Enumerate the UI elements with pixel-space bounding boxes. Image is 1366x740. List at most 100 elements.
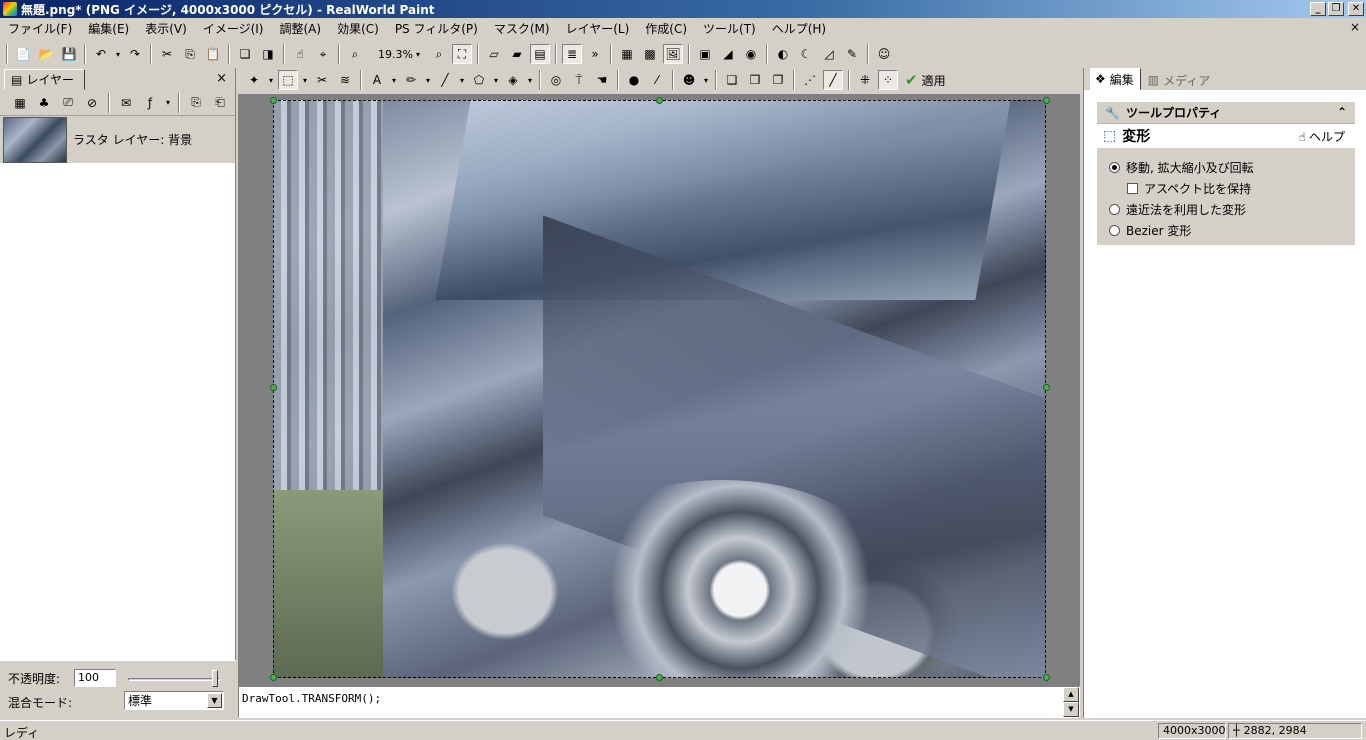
layer-stack-icon[interactable]: ❏ [235,44,255,64]
image-icon[interactable]: 🖼 [663,44,683,64]
collapse-icon[interactable]: ⌃ [1337,105,1347,119]
menu-ps-filter[interactable]: PS フィルタ(P) [387,20,486,37]
brush-icon[interactable]: ✎ [842,44,862,64]
moon-icon[interactable]: ☾ [796,44,816,64]
close-button[interactable]: ✕ [1348,2,1364,16]
menu-edit[interactable]: 編集(E) [80,20,137,37]
layer-mail-icon[interactable]: ✉ [116,93,136,113]
line-dropdown-icon[interactable]: ▾ [458,76,466,85]
warp-icon[interactable]: ≋ [335,70,355,90]
option-move-scale-rotate[interactable]: 移動, 拡大縮小及び回転 [1109,159,1254,176]
restore-button[interactable]: ❐ [1328,2,1344,16]
clone-stamp-icon[interactable]: ⍑ [569,70,589,90]
transform-dropdown-icon[interactable]: ▾ [301,76,309,85]
transform-handles-icon[interactable]: ⁜ [855,70,875,90]
opacity-slider-track[interactable] [128,678,220,681]
grid-alt-icon[interactable]: ▩ [640,44,660,64]
eyedropper-icon[interactable]: ⁄ [647,70,667,90]
transform-handle-top[interactable] [656,97,663,104]
scissors-icon[interactable]: ✂ [312,70,332,90]
option-keep-aspect[interactable]: アスペクト比を保持 [1127,180,1251,197]
blend-mode-select[interactable]: 標準 ▼ [124,691,224,710]
menu-view[interactable]: 表示(V) [137,20,195,37]
pick-tool-icon[interactable]: ⌖ [313,44,333,64]
layer-delete-icon[interactable]: ⊘ [82,93,102,113]
menu-image[interactable]: イメージ(I) [195,20,272,37]
layer-grid-icon[interactable]: ▦ [10,93,30,113]
face-dropdown-icon[interactable]: ▾ [702,76,710,85]
fill-dropdown-icon[interactable]: ▾ [526,76,534,85]
smudge-icon[interactable]: ☚ [592,70,612,90]
chevron-down-icon[interactable]: ▼ [207,693,222,708]
menu-mask[interactable]: マスク(M) [486,20,558,37]
contrast-icon[interactable]: ◐ [773,44,793,64]
layer-copy-icon[interactable]: ⎘ [186,93,206,113]
apply-button[interactable]: ✔ 適用 [901,71,950,89]
tab-layers[interactable]: ▤ レイヤー [4,69,85,90]
selection-new-icon[interactable]: ❑ [722,70,742,90]
option-perspective[interactable]: 遠近法を利用した変形 [1109,201,1246,218]
levels-icon[interactable]: ◢ [718,44,738,64]
tab-edit[interactable]: ❖ 編集 [1090,68,1141,90]
undo-dropdown-icon[interactable]: ▾ [114,50,122,59]
red-eye-icon[interactable]: ◎ [546,70,566,90]
polygon-dropdown-icon[interactable]: ▾ [492,76,500,85]
transform-handle-bottom-left[interactable] [270,674,277,681]
grid-icon[interactable]: ▦ [617,44,637,64]
redo-icon[interactable]: ↷ [125,44,145,64]
transform-handle-left[interactable] [270,384,277,391]
magic-wand-icon[interactable]: ✦ [244,70,264,90]
layer-new-icon[interactable]: ⎚ [58,93,78,113]
layer-item[interactable]: ラスタ レイヤー: 背景 [0,116,235,164]
fit-window-icon[interactable]: ⛶ [452,44,472,64]
layers-panel-icon[interactable]: ≣ [562,44,582,64]
transform-handle-right[interactable] [1043,384,1050,391]
zoom-level[interactable]: 19.3% ▾ [368,45,426,63]
layer-paste-icon[interactable]: ⎗ [210,93,230,113]
new-file-icon[interactable]: 📄 [13,44,33,64]
layer-mask-icon[interactable]: ◨ [258,44,278,64]
menu-adjust[interactable]: 調整(A) [271,20,329,37]
script-console[interactable]: DrawTool.TRANSFORM(); ▲ ▼ [238,686,1080,718]
checkbox-keep-aspect[interactable] [1127,183,1138,194]
diagonal-dots-icon[interactable]: ⋰ [800,70,820,90]
polygon-tool-icon[interactable]: ⬠ [469,70,489,90]
magic-wand-dropdown-icon[interactable]: ▾ [267,76,275,85]
select-hand-icon[interactable]: ☝ [290,44,310,64]
zoom-dropdown-icon[interactable]: ▾ [414,50,422,59]
fill-tool-icon[interactable]: ◈ [503,70,523,90]
scroll-down-icon[interactable]: ▼ [1063,702,1079,717]
diagonal-line-icon[interactable]: ╱ [823,70,843,90]
frames-icon[interactable]: » [585,44,605,64]
fx-dropdown-icon[interactable]: ▾ [164,98,172,107]
push-pin-icon[interactable]: ● [624,70,644,90]
user-icon[interactable]: ☺ [874,44,894,64]
opacity-input[interactable]: 100 [74,669,116,687]
pencil-dropdown-icon[interactable]: ▾ [424,76,432,85]
transform-handle-bottom[interactable] [656,674,663,681]
copy-icon[interactable]: ⎘ [180,44,200,64]
text-tool-icon[interactable]: A [367,70,387,90]
radio-bezier[interactable] [1109,225,1120,236]
console-scrollbar[interactable]: ▲ ▼ [1063,687,1079,717]
help-button[interactable]: ☝ ヘルプ [1299,128,1345,145]
save-icon[interactable]: 💾 [59,44,79,64]
menu-help[interactable]: ヘルプ(H) [764,20,834,37]
zoom-out-icon[interactable]: ⌕ [345,44,365,64]
selection-add-icon[interactable]: ❒ [745,70,765,90]
canvas-area[interactable] [238,94,1080,686]
cut-icon[interactable]: ✂ [157,44,177,64]
eraser-icon[interactable]: ◿ [819,44,839,64]
paste-icon[interactable]: 📋 [203,44,223,64]
pencil-icon[interactable]: ✏ [401,70,421,90]
transform-handle-top-left[interactable] [270,97,277,104]
face-tool-icon[interactable]: ☻ [679,70,699,90]
minimize-button[interactable]: _ [1310,2,1326,16]
line-tool-icon[interactable]: ╱ [435,70,455,90]
menu-tools[interactable]: ツール(T) [695,20,764,37]
layer-below-icon[interactable]: ▱ [484,44,504,64]
effects-icon[interactable]: ◉ [741,44,761,64]
menu-effects[interactable]: 効果(C) [329,20,387,37]
layer-fx-icon[interactable]: ƒ [140,93,160,113]
document-close-icon[interactable]: × [1348,20,1362,34]
